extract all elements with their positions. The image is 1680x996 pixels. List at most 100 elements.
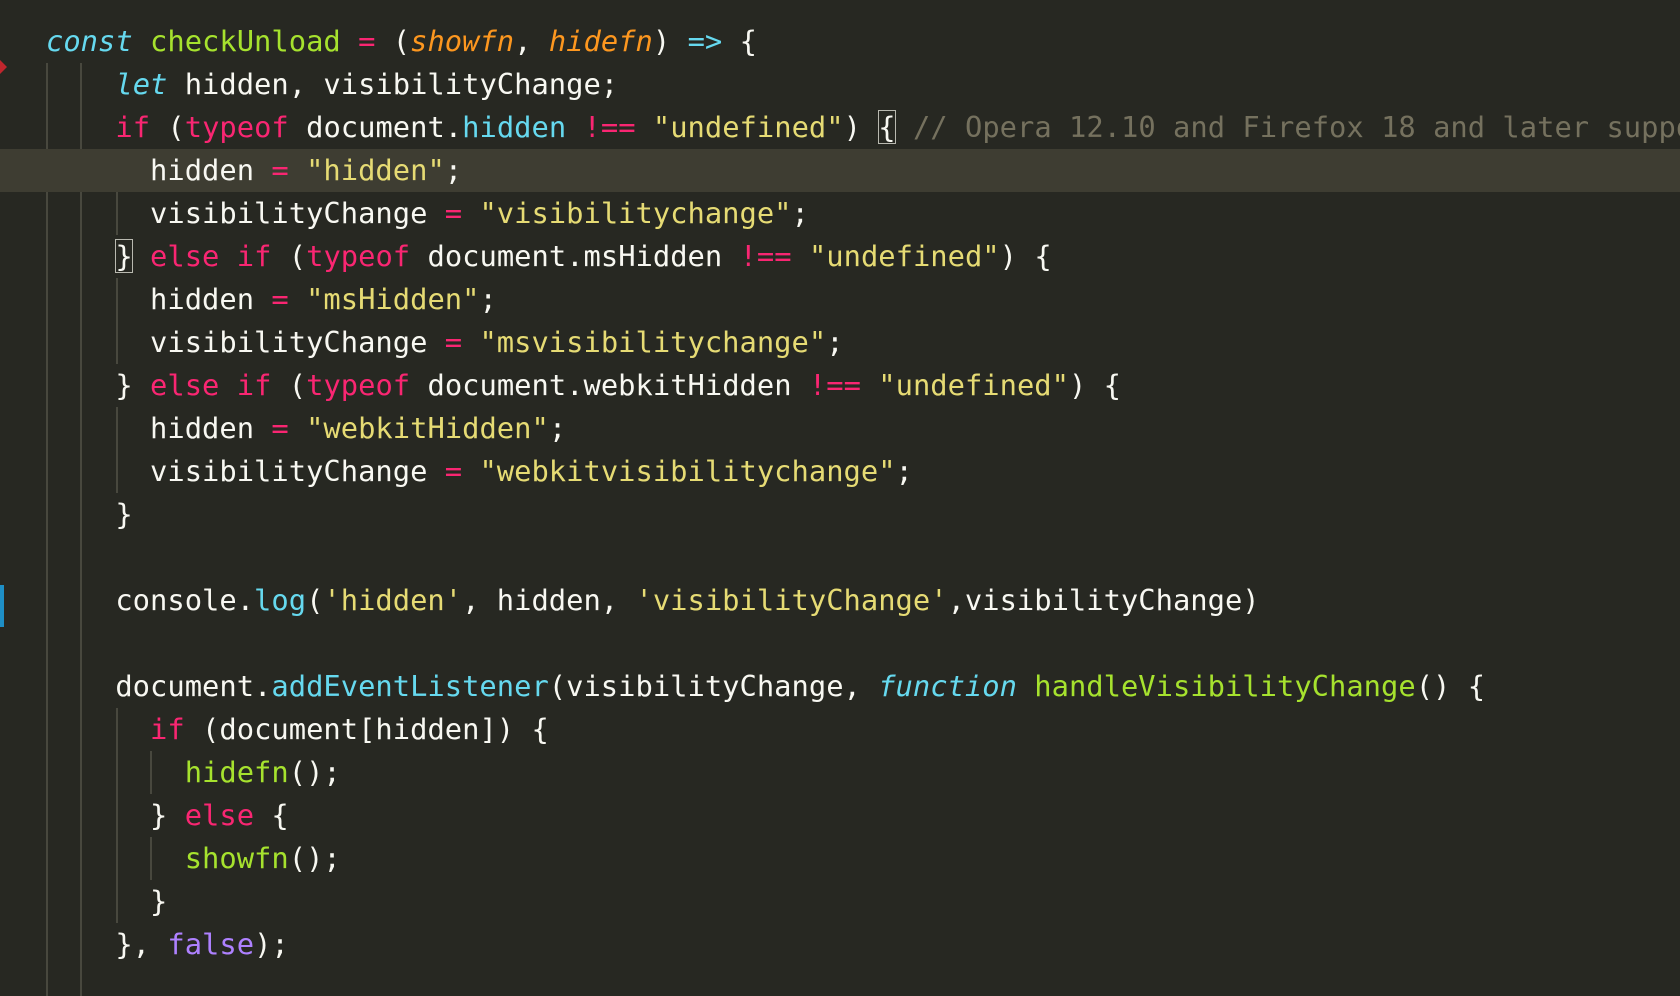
code-token: false	[167, 927, 255, 961]
code-token: // Opera 12.10 and Firefox 18 and later …	[912, 110, 1680, 144]
code-token: ) {	[999, 239, 1052, 273]
code-token: function	[878, 669, 1017, 703]
code-token: "msvisibilitychange"	[479, 325, 827, 359]
code-token: visibilityChange	[46, 196, 445, 230]
code-line-text: }	[46, 880, 167, 923]
code-token: hidefn	[548, 24, 653, 58]
code-line[interactable]: }	[0, 493, 1680, 536]
code-token: document.	[46, 669, 272, 703]
code-token: "undefined"	[878, 368, 1069, 402]
code-token: }	[46, 497, 133, 531]
code-line-text: hidden = "hidden";	[46, 149, 462, 192]
code-token: ,	[514, 24, 549, 58]
code-token: console.	[46, 583, 255, 617]
code-line-text: hidden = "msHidden";	[46, 278, 497, 321]
code-token: if	[236, 368, 272, 402]
code-line[interactable]: } else {	[0, 794, 1680, 837]
code-line[interactable]: }	[0, 880, 1680, 923]
code-token: if	[236, 239, 272, 273]
code-token: hidefn	[184, 755, 289, 789]
code-line[interactable]: showfn();	[0, 837, 1680, 880]
code-line[interactable]	[0, 536, 1680, 579]
code-token: "undefined"	[652, 110, 844, 144]
code-line[interactable]: if (typeof document.hidden !== "undefine…	[0, 106, 1680, 149]
code-token: =	[271, 153, 289, 187]
code-line[interactable]: } else if (typeof document.msHidden !== …	[0, 235, 1680, 278]
code-editor[interactable]: const checkUnload = (showfn, hidefn) => …	[0, 0, 1680, 996]
code-line[interactable]: console.log('hidden', hidden, 'visibilit…	[0, 579, 1680, 622]
code-line[interactable]: if (document[hidden]) {	[0, 708, 1680, 751]
code-line[interactable]: hidden = "msHidden";	[0, 278, 1680, 321]
code-line[interactable]: visibilityChange = "msvisibilitychange";	[0, 321, 1680, 364]
code-token: ();	[288, 755, 341, 789]
code-token: =>	[687, 24, 723, 58]
code-token: =	[444, 325, 463, 359]
code-line[interactable]: hidden = "hidden";	[0, 149, 1680, 192]
code-line-text: } else {	[46, 794, 289, 837]
code-line[interactable]: hidden = "webkitHidden";	[0, 407, 1680, 450]
matched-bracket: {	[878, 110, 896, 144]
code-line-text: } else if (typeof document.msHidden !== …	[46, 235, 1052, 278]
code-token: !==	[808, 368, 861, 402]
code-token: ;	[479, 282, 497, 316]
code-token: (	[150, 110, 185, 144]
code-token: },	[46, 927, 168, 961]
code-line[interactable]: const checkUnload = (showfn, hidefn) => …	[0, 20, 1680, 63]
code-token: 'hidden'	[323, 583, 463, 617]
code-line[interactable]: hidefn();	[0, 751, 1680, 794]
code-line-text: } else if (typeof document.webkitHidden …	[46, 364, 1121, 407]
code-token: "hidden"	[306, 153, 445, 187]
code-token: ();	[288, 841, 341, 875]
code-line[interactable]: visibilityChange = "visibilitychange";	[0, 192, 1680, 235]
code-token: ;	[826, 325, 844, 359]
code-token: (visibilityChange,	[548, 669, 879, 703]
code-line[interactable]	[0, 622, 1680, 665]
code-line[interactable]: let hidden, visibilityChange;	[0, 63, 1680, 106]
code-token: document.msHidden	[410, 239, 740, 273]
code-token: typeof	[306, 239, 411, 273]
code-token: }	[46, 368, 151, 402]
code-line[interactable]: }, false);	[0, 923, 1680, 966]
code-token: hidden	[462, 110, 567, 144]
code-token: const	[46, 24, 133, 58]
code-token: =	[444, 196, 463, 230]
code-token: visibilityChange	[46, 454, 445, 488]
code-token: , hidden,	[462, 583, 636, 617]
code-token: showfn	[410, 24, 515, 58]
code-token: {	[722, 24, 757, 58]
code-token: ;	[791, 196, 809, 230]
code-line[interactable]: } else if (typeof document.webkitHidden …	[0, 364, 1680, 407]
code-token: (	[306, 583, 324, 617]
code-token: ;	[895, 454, 913, 488]
code-token: );	[254, 927, 289, 961]
code-token: document.webkitHidden	[410, 368, 809, 402]
code-token: document.	[288, 110, 463, 144]
code-line-text: visibilityChange = "msvisibilitychange";	[46, 321, 844, 364]
code-token: "webkitvisibilitychange"	[479, 454, 896, 488]
code-token: }	[46, 884, 168, 918]
code-token: ;	[444, 153, 463, 187]
code-line[interactable]: visibilityChange = "webkitvisibilitychan…	[0, 450, 1680, 493]
code-line[interactable]: document.addEventListener(visibilityChan…	[0, 665, 1680, 708]
code-line-text: console.log('hidden', hidden, 'visibilit…	[46, 579, 1259, 622]
code-line-text: document.addEventListener(visibilityChan…	[46, 665, 1485, 708]
code-token: typeof	[306, 368, 411, 402]
code-token: "webkitHidden"	[306, 411, 549, 445]
code-line-text: hidefn();	[46, 751, 341, 794]
code-line-text: if (typeof document.hidden !== "undefine…	[46, 106, 1680, 149]
code-token: ) {	[1068, 368, 1121, 402]
code-token: () {	[1415, 669, 1486, 703]
code-line-text: visibilityChange = "visibilitychange";	[46, 192, 809, 235]
code-line-text: }, false);	[46, 923, 289, 966]
code-token: hidden	[46, 282, 272, 316]
